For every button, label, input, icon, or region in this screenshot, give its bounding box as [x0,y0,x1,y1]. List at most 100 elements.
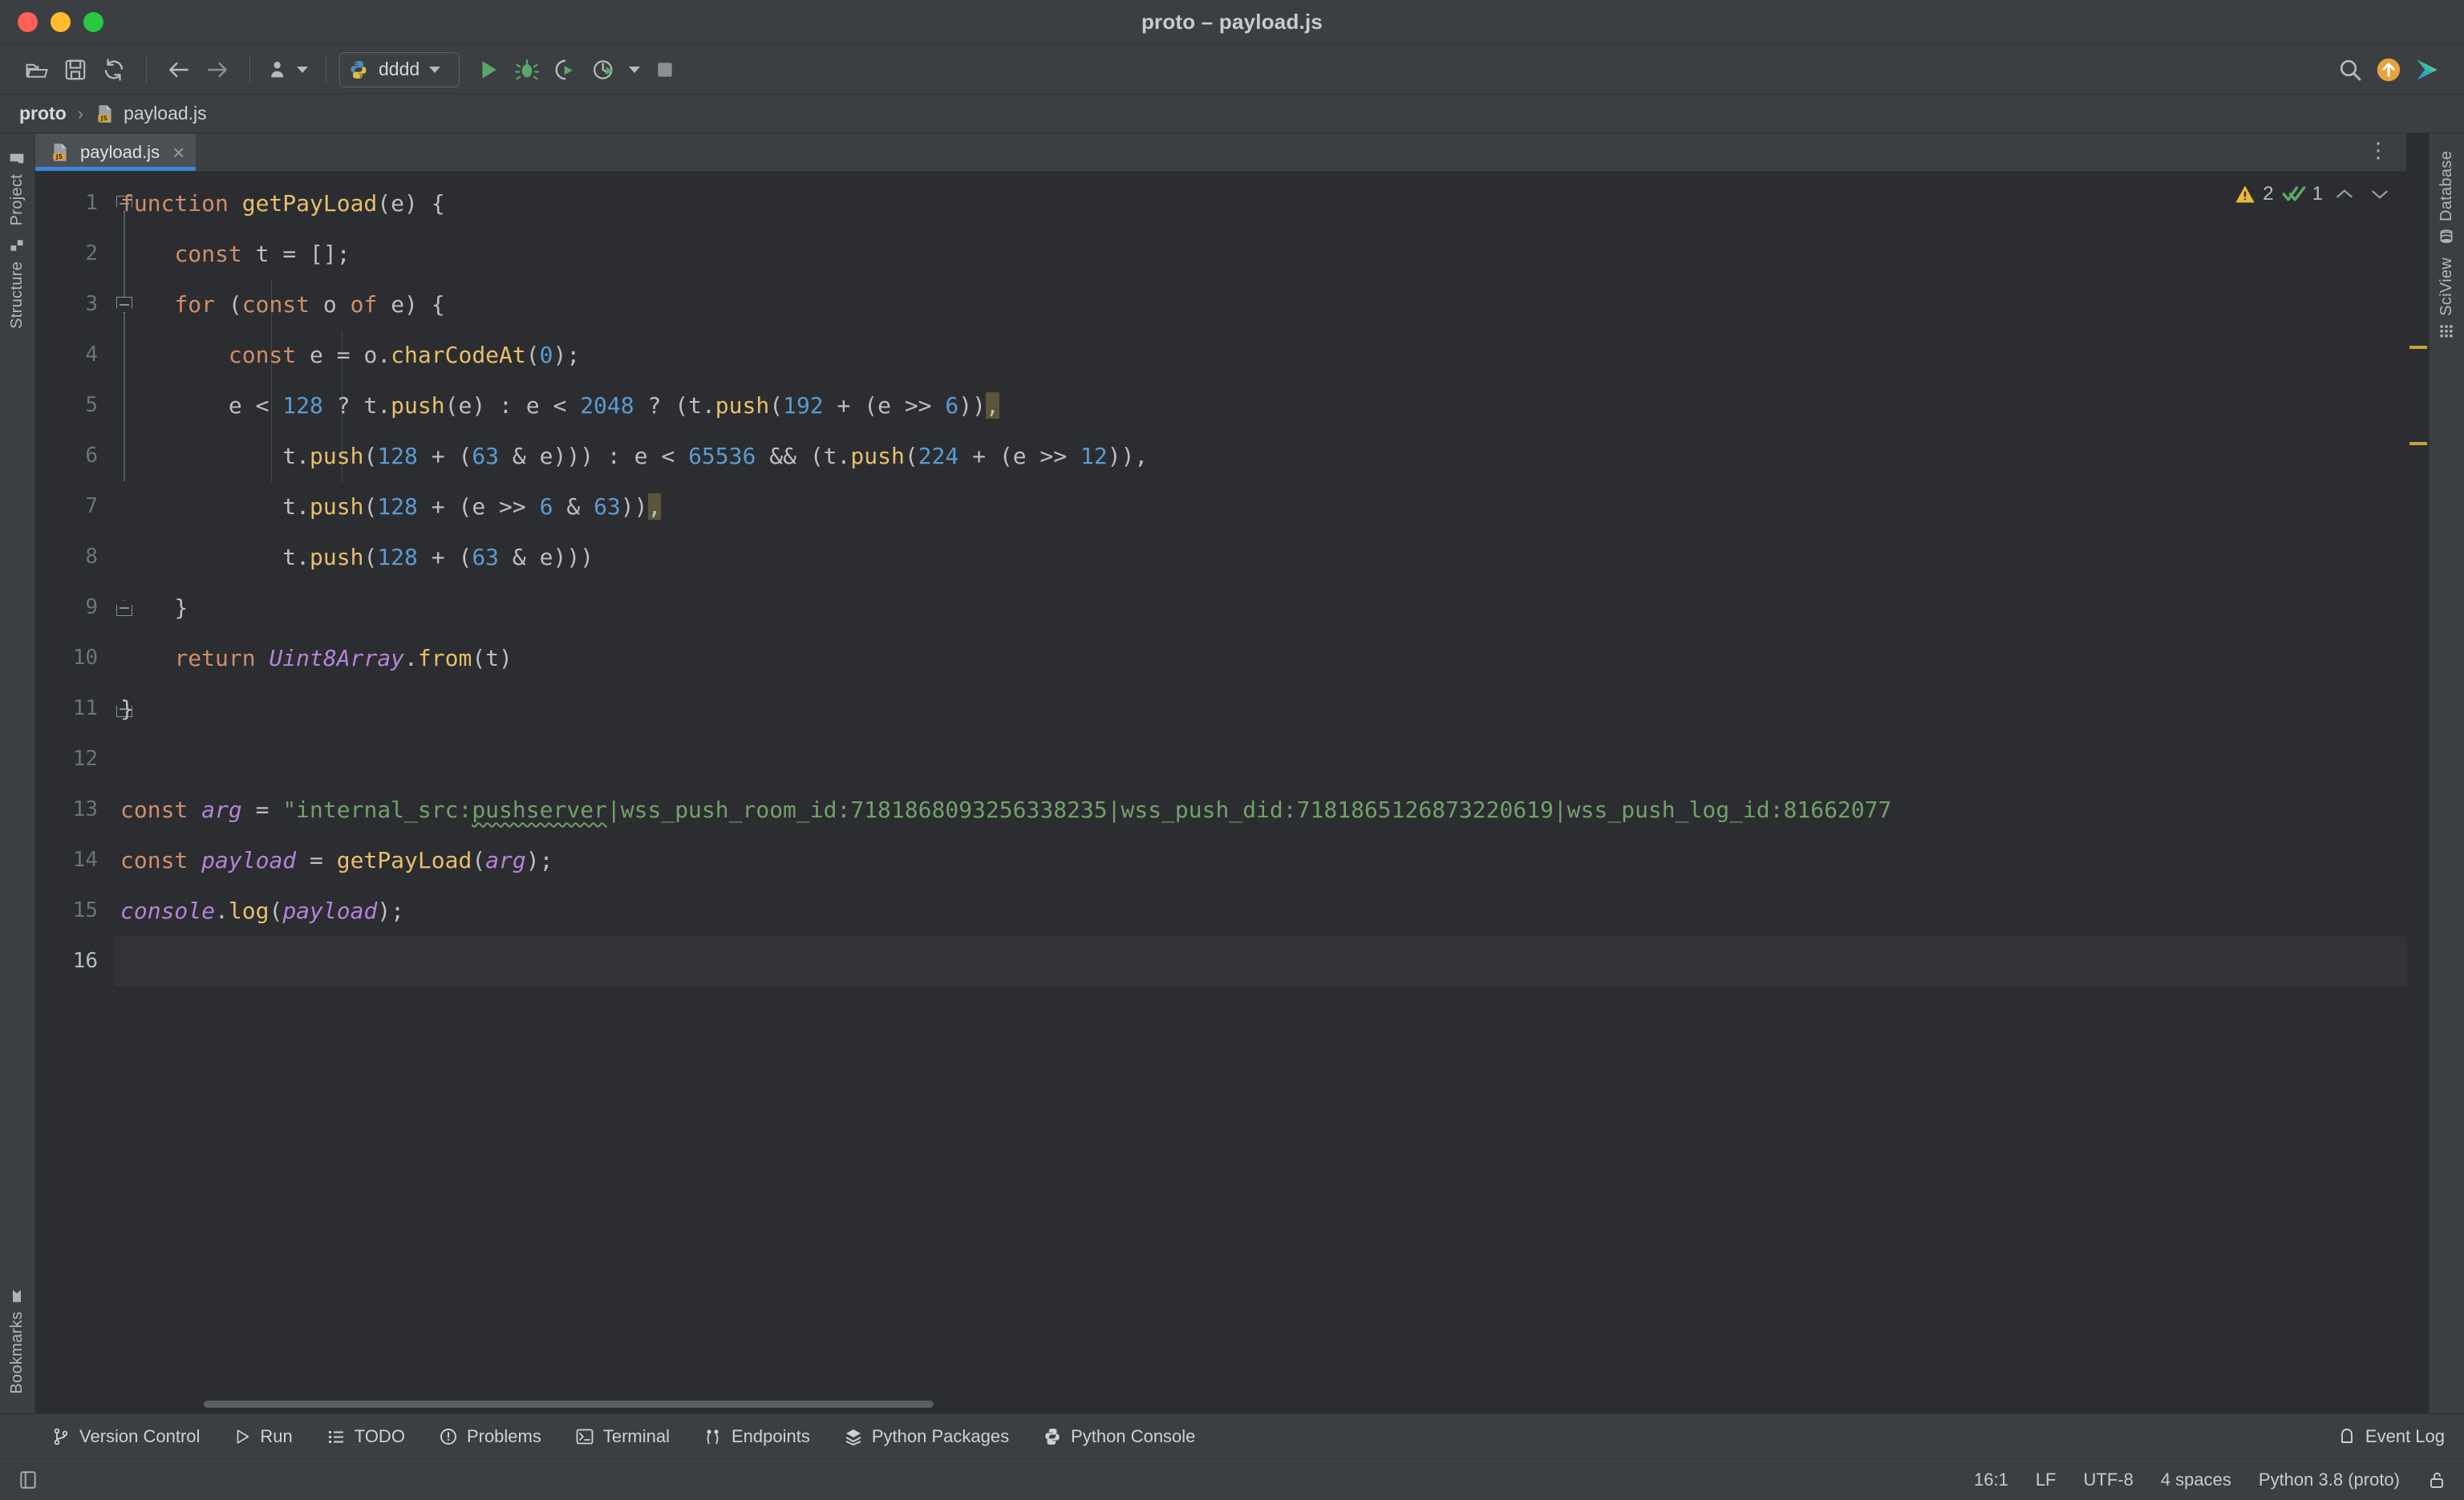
breadcrumb-file[interactable]: payload.js [124,103,207,124]
run-with-coverage-icon[interactable] [546,51,585,89]
profile-caret-icon[interactable] [623,51,646,89]
sync-icon[interactable] [95,51,133,89]
run-icon[interactable] [469,51,508,89]
double-check-icon [2282,186,2306,201]
line-separator[interactable]: LF [2036,1470,2057,1490]
close-window-button[interactable] [18,12,38,32]
unlock-icon[interactable] [2427,1470,2446,1490]
tab-label: payload.js [80,142,160,162]
editor-tab-strip: JS payload.js × ⋮ [35,133,2406,172]
database-icon [2441,229,2453,243]
indent-setting[interactable]: 4 spaces [2161,1470,2231,1490]
stripe-warning-mark[interactable] [2409,442,2427,445]
title-bar: proto – payload.js [0,0,2464,45]
tool-window-label: Endpoints [732,1425,810,1446]
chevron-down-icon [429,66,441,73]
bookmark-icon [13,1290,22,1303]
tool-window-label: Problems [466,1425,541,1446]
code-line-12[interactable] [114,734,2406,784]
sidebar-item-database[interactable]: Database [2438,144,2456,251]
tab-options-icon[interactable]: ⋮ [2368,138,2390,163]
tool-window-label: Python Console [1071,1425,1196,1446]
tab-payload-js[interactable]: JS payload.js × [35,134,197,171]
tool-window-version-control[interactable]: Version Control [51,1426,200,1447]
python-interpreter[interactable]: Python 3.8 (proto) [2259,1470,2400,1490]
code-line-14[interactable]: const payload = getPayLoad(arg); [114,835,2406,886]
code-line-4[interactable]: const e = o.charCodeAt(0); [114,330,2406,380]
tool-window-run[interactable]: Run [233,1425,293,1447]
save-icon[interactable] [56,51,95,89]
tool-window-terminal[interactable]: Terminal [575,1426,670,1447]
run-configuration-selector[interactable]: dddd [339,51,460,87]
open-folder-icon[interactable] [18,51,56,89]
sidebar-database-label: Database [2438,151,2455,222]
layout-icon[interactable] [18,1470,38,1490]
sidebar-sciview-label: SciView [2438,257,2455,316]
ok-count: 1 [2312,183,2323,205]
line-number: 7 [85,494,98,518]
next-problem-icon[interactable] [2366,186,2393,202]
code-line-3[interactable]: for (const o of e) { [114,279,2406,330]
status-bar: 16:1 LF UTF-8 4 spaces Python 3.8 (proto… [0,1458,2464,1500]
minimize-window-button[interactable] [51,12,71,32]
previous-problem-icon[interactable] [2331,186,2358,202]
event-log-button[interactable]: Event Log [2337,1426,2445,1447]
app-logo-icon[interactable] [2408,51,2446,89]
code-line-7[interactable]: t.push(128 + (e >> 6 & 63)), [114,481,2406,532]
warning-count-group[interactable]: 2 [2234,183,2274,205]
ok-count-group[interactable]: 1 [2282,183,2323,205]
list-icon [328,1430,343,1443]
code-line-8[interactable]: t.push(128 + (63 & e))) [114,532,2406,582]
event-log-label: Event Log [2365,1425,2445,1446]
code-line-11[interactable]: } [114,683,2406,734]
tool-window-python-packages[interactable]: Python Packages [844,1426,1009,1447]
tool-window-label: Run [260,1425,293,1446]
code-content[interactable]: function getPayLoad(e) { const t = []; f… [114,172,2406,1396]
code-line-9[interactable]: } [114,582,2406,633]
code-line-16-current[interactable] [114,936,2406,987]
sidebar-item-sciview[interactable]: SciView [2438,251,2456,346]
line-number: 3 [85,292,98,316]
update-icon[interactable] [2369,51,2408,89]
search-icon[interactable] [2331,51,2369,89]
file-encoding[interactable]: UTF-8 [2084,1470,2134,1490]
problems-icon [440,1428,456,1445]
breadcrumb-root[interactable]: proto [19,103,67,124]
stripe-warning-mark[interactable] [2409,346,2427,349]
scrollbar-thumb[interactable] [204,1401,934,1408]
back-arrow-icon[interactable] [160,51,198,89]
sidebar-item-structure[interactable]: Structure [8,232,26,335]
run-config-name: dddd [379,59,420,79]
line-number: 14 [72,848,98,872]
tool-window-todo[interactable]: TODO [326,1426,405,1447]
editor-column: JS payload.js × ⋮ 1 2 3 4 5 6 7 8 9 10 1… [35,133,2406,1413]
horizontal-scrollbar[interactable] [35,1396,2406,1413]
user-icon[interactable] [263,51,313,89]
svg-text:JS: JS [55,153,63,160]
tool-window-python-console[interactable]: Python Console [1043,1426,1195,1447]
code-line-15[interactable]: console.log(payload); [114,886,2406,936]
code-line-1[interactable]: function getPayLoad(e) { [114,178,2406,229]
python-icon [351,60,367,79]
tool-window-problems[interactable]: Problems [439,1426,541,1447]
sidebar-project-label: Project [8,174,26,226]
close-icon[interactable]: × [169,142,184,163]
tool-window-endpoints[interactable]: Endpoints [703,1426,810,1447]
forward-arrow-icon[interactable] [198,51,237,89]
maximize-window-button[interactable] [83,12,103,32]
sidebar-item-bookmarks[interactable]: Bookmarks [8,1282,26,1401]
profile-icon[interactable] [585,51,623,89]
code-line-5[interactable]: e < 128 ? t.push(e) : e < 2048 ? (t.push… [114,380,2406,431]
tab-active-underline [35,167,197,171]
endpoints-icon [707,1429,719,1444]
code-line-2[interactable]: const t = []; [114,229,2406,279]
code-line-10[interactable]: return Uint8Array.from(t) [114,633,2406,683]
caret-position[interactable]: 16:1 [1974,1470,2008,1490]
stop-icon[interactable] [646,51,684,89]
error-stripe[interactable] [2406,133,2429,1413]
code-line-6[interactable]: t.push(128 + (63 & e))) : e < 65536 && (… [114,431,2406,481]
sidebar-item-project[interactable]: Project [8,144,26,232]
line-number: 9 [85,595,98,619]
code-line-13[interactable]: const arg = "internal_src:pushserver|wss… [114,784,2406,835]
debug-icon[interactable] [508,51,546,89]
